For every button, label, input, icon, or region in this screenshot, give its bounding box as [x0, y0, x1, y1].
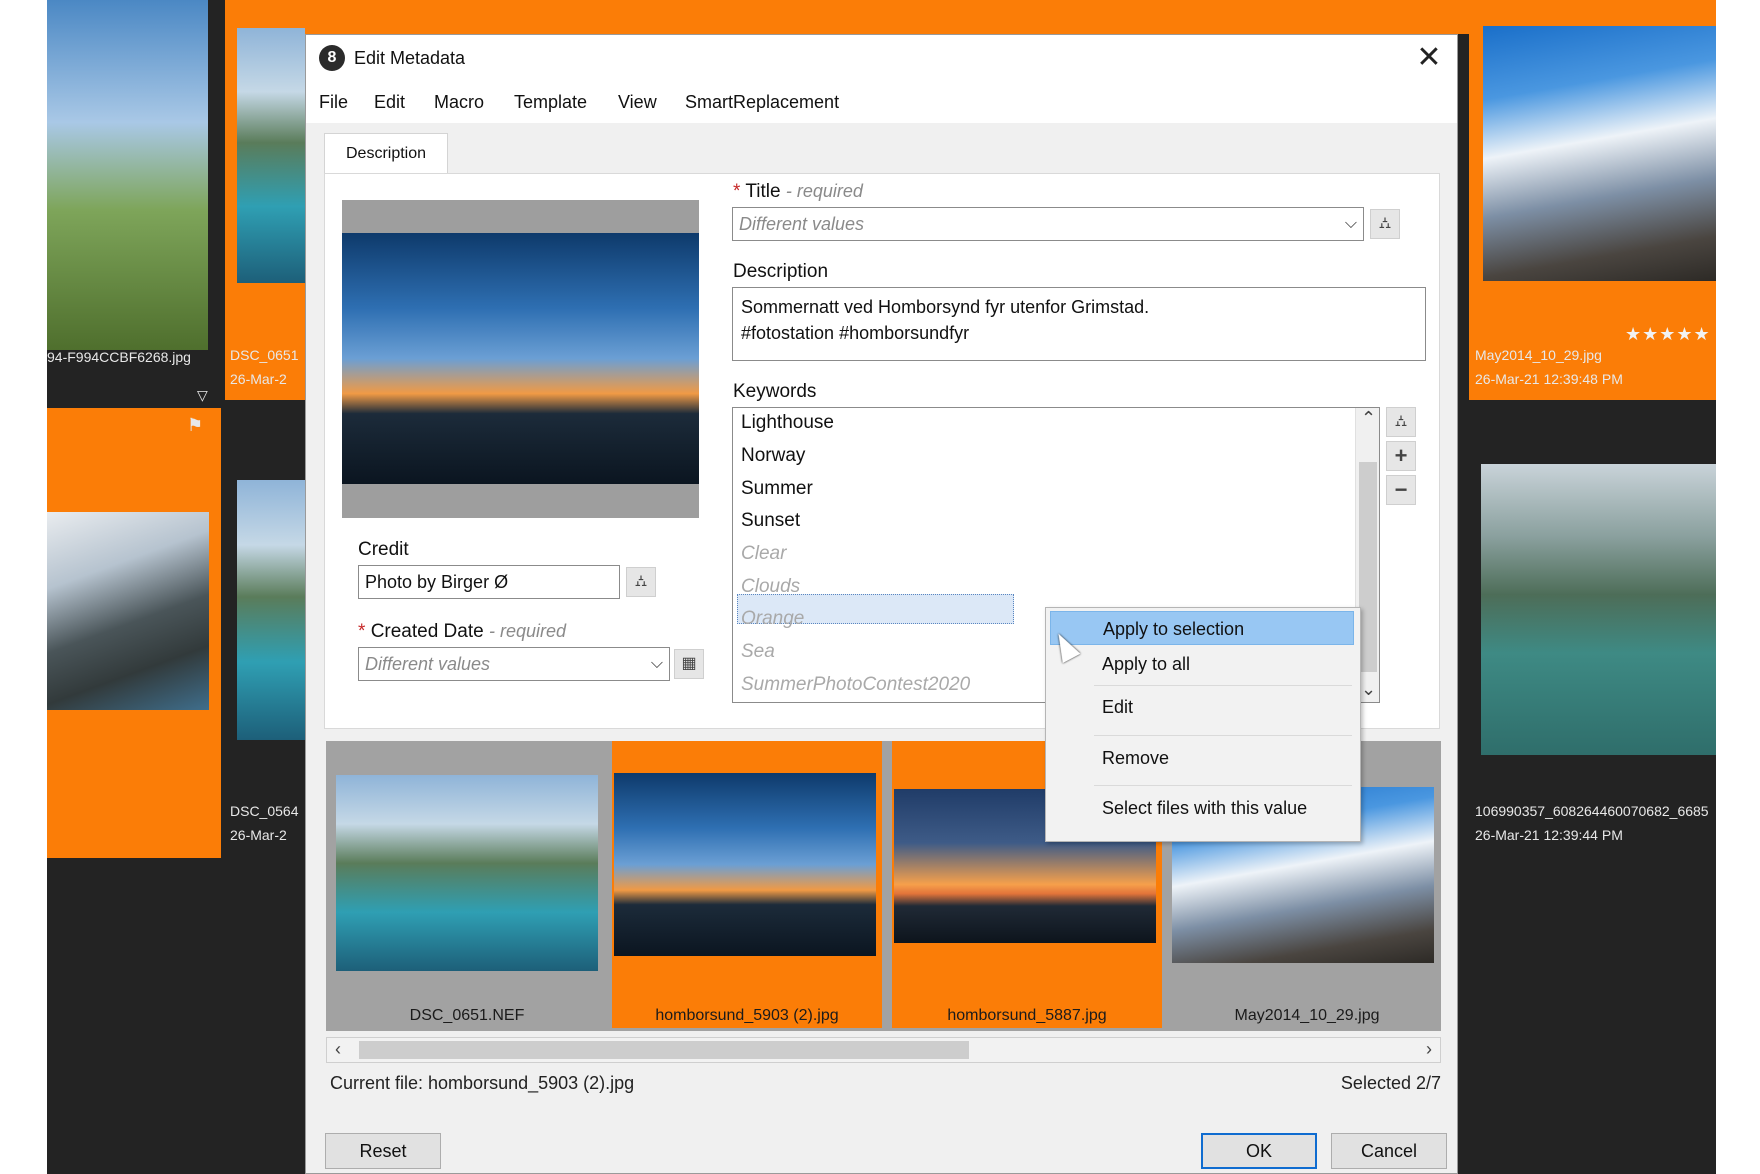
bg-thumb-caption: DSC_0564	[230, 803, 299, 819]
selection-count: Selected 2/7	[1340, 1073, 1441, 1093]
menu-smartreplacement[interactable]: SmartReplacement	[685, 92, 839, 113]
created-date-required-hint: - required	[488, 621, 567, 641]
chevron-down-icon[interactable]: ⌵	[1345, 208, 1357, 240]
keyword-item-partial[interactable]: Clouds	[741, 576, 800, 598]
title-value: Different values	[739, 214, 865, 234]
thumbnail-caption: homborsund_5903 (2).jpg	[655, 1007, 839, 1024]
keyword-item[interactable]: Norway	[741, 445, 805, 467]
credit-label: Credit	[358, 539, 409, 560]
bg-thumb-caption: 94-F994CCBF6268.jpg	[47, 349, 191, 365]
hierarchy-icon[interactable]: ⛼	[626, 567, 656, 597]
edit-metadata-dialog: 8 Edit Metadata ✕ File Edit Macro Templa…	[305, 34, 1458, 1174]
title-required-hint: - required	[785, 181, 863, 201]
thumbnails-scroll-thumb[interactable]	[359, 1041, 969, 1059]
keyword-context-menu: Apply to selection Apply to all Edit Rem…	[1045, 607, 1361, 842]
plus-icon[interactable]: +	[1386, 441, 1416, 471]
thumbnail-caption: DSC_0651.NEF	[409, 1007, 525, 1024]
created-date-label-text: Created Date	[370, 621, 484, 642]
scroll-down-icon[interactable]: ⌄	[1361, 679, 1376, 700]
thumbnail-image	[614, 773, 876, 956]
title-label: * Title - required	[733, 181, 863, 203]
menu-apply-to-selection[interactable]: Apply to selection	[1050, 611, 1354, 645]
image-preview	[342, 200, 699, 518]
description-label: Description	[733, 261, 829, 282]
menu-remove-keyword[interactable]: Remove	[1046, 741, 1360, 775]
created-date-value: Different values	[365, 654, 491, 674]
menu-apply-to-all[interactable]: Apply to all	[1046, 647, 1360, 681]
description-line: Sommernatt ved Homborsynd fyr utenfor Gr…	[741, 297, 1150, 317]
keyword-item[interactable]: Sunset	[741, 510, 800, 532]
reset-button[interactable]: Reset	[325, 1133, 441, 1169]
menu-macro[interactable]: Macro	[434, 92, 484, 113]
description-textarea[interactable]: Sommernatt ved Homborsynd fyr utenfor Gr…	[732, 287, 1426, 361]
menu-edit[interactable]: Edit	[374, 92, 405, 113]
bg-thumb-snow-mountain[interactable]	[1483, 26, 1716, 281]
menu-view[interactable]: View	[618, 92, 657, 113]
menu-edit-keyword[interactable]: Edit	[1046, 690, 1360, 724]
cancel-button[interactable]: Cancel	[1331, 1133, 1447, 1169]
bg-thumb-date: 26-Mar-21 12:39:44 PM	[1475, 827, 1623, 843]
bg-thumb-date: 26-Mar-2	[230, 371, 287, 387]
preview-photo	[342, 233, 699, 484]
minus-icon[interactable]: −	[1386, 475, 1416, 505]
bg-thumb-caption: May2014_10_29.jpg	[1475, 347, 1602, 363]
file-thumbnail-selected[interactable]: homborsund_5903 (2).jpg	[612, 741, 882, 1028]
created-date-label: * Created Date - required	[358, 621, 566, 643]
menu-select-files-with-value[interactable]: Select files with this value	[1046, 791, 1360, 825]
title-label-text: Title	[745, 181, 781, 202]
required-mark: *	[358, 621, 366, 642]
bg-row-frame	[305, 0, 1515, 34]
bg-thumb-mountain-lake[interactable]	[47, 512, 209, 710]
scroll-right-icon[interactable]: ›	[1426, 1039, 1432, 1060]
chevron-down-icon[interactable]: ⌵	[651, 648, 663, 680]
bg-thumb-caption: DSC_0651	[230, 347, 299, 363]
created-date-combobox[interactable]: Different values ⌵	[358, 647, 670, 681]
keyword-item-partial[interactable]: SummerPhotoContest2020	[741, 674, 970, 696]
keywords-scroll-thumb[interactable]	[1359, 462, 1377, 672]
menu-file[interactable]: File	[319, 92, 348, 113]
current-file-status: Current file: homborsund_5903 (2).jpg	[330, 1073, 635, 1093]
bg-thumb-meadow[interactable]	[47, 0, 208, 350]
scroll-left-icon[interactable]: ‹	[335, 1039, 341, 1060]
keyword-item-partial[interactable]: Sea	[741, 641, 775, 663]
calendar-icon[interactable]: ▦	[674, 649, 704, 679]
keyword-item-partial[interactable]: Orange	[741, 608, 804, 630]
keyword-item[interactable]: Summer	[741, 478, 813, 500]
bg-thumb-caption: 106990357_608264460070682_6685	[1475, 803, 1709, 819]
title-bar[interactable]: 8 Edit Metadata ✕	[306, 35, 1457, 83]
bg-thumb-fjord-boat[interactable]	[1481, 464, 1716, 755]
menu-separator	[1094, 735, 1352, 736]
flag-icon[interactable]: ⚑	[187, 414, 203, 437]
hierarchy-icon[interactable]: ⛼	[1370, 209, 1400, 239]
keyword-item-partial[interactable]: Clear	[741, 543, 786, 565]
bg-thumb-valley[interactable]	[237, 480, 305, 740]
chevron-down-icon[interactable]: ▽	[197, 384, 208, 407]
title-combobox[interactable]: Different values ⌵	[732, 207, 1364, 241]
ok-button[interactable]: OK	[1201, 1133, 1317, 1169]
keywords-label: Keywords	[733, 381, 817, 402]
menu-separator	[1094, 785, 1352, 786]
thumbnails-scrollbar[interactable]: ‹ ›	[326, 1037, 1441, 1063]
bg-thumb-date: 26-Mar-21 12:39:48 PM	[1475, 371, 1623, 387]
menu-separator	[1094, 685, 1352, 686]
thumbnail-image	[336, 775, 598, 971]
rating-stars[interactable]: ★★★★★	[1625, 324, 1711, 345]
keyword-item[interactable]: Lighthouse	[741, 412, 834, 434]
thumbnail-caption: homborsund_5887.jpg	[947, 1007, 1107, 1024]
tab-description[interactable]: Description	[324, 133, 448, 174]
dialog-title: Edit Metadata	[354, 48, 466, 68]
bg-thumb-coast[interactable]	[237, 28, 305, 283]
close-icon[interactable]: ✕	[1411, 41, 1447, 77]
menu-template[interactable]: Template	[514, 92, 587, 113]
thumbnail-caption: May2014_10_29.jpg	[1234, 1007, 1380, 1024]
description-line: #fotostation #homborsundfyr	[741, 323, 970, 343]
menu-bar: File Edit Macro Template View SmartRepla…	[306, 83, 1457, 123]
file-thumbnail[interactable]: DSC_0651.NEF	[326, 741, 598, 1028]
hierarchy-icon[interactable]: ⛼	[1386, 407, 1416, 437]
app-logo-icon: 8	[319, 45, 345, 71]
credit-input[interactable]: Photo by Birger Ø	[358, 565, 620, 599]
required-mark: *	[733, 181, 741, 202]
scroll-up-icon[interactable]: ⌃	[1361, 408, 1376, 429]
bg-thumb-date: 26-Mar-2	[230, 827, 287, 843]
